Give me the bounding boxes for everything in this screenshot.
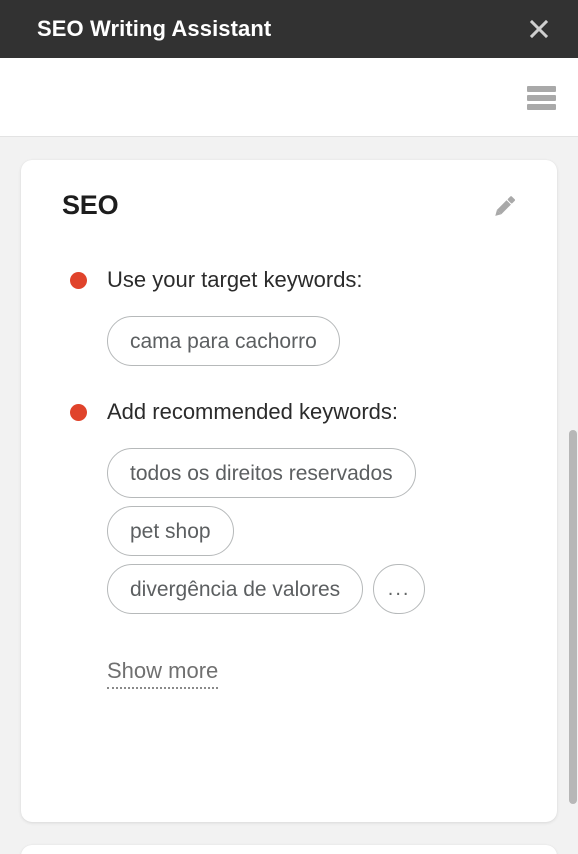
seo-card-title: SEO bbox=[62, 190, 119, 220]
close-button[interactable] bbox=[524, 14, 554, 44]
content-scroll-area[interactable]: SEO Use your target keywords: cama para … bbox=[0, 137, 578, 854]
hamburger-menu-icon-bar-1 bbox=[527, 86, 556, 92]
more-keywords-pill[interactable]: ... bbox=[373, 564, 426, 614]
recommended-keyword-pill-row-1: todos os direitos reservados bbox=[62, 448, 517, 498]
target-keyword-pill-row: cama para cachorro bbox=[62, 316, 517, 366]
section-target-keywords-label: Use your target keywords: bbox=[107, 267, 363, 292]
recommended-keyword-pill-row-2: pet shop bbox=[62, 506, 517, 556]
vertical-scrollbar-thumb[interactable] bbox=[569, 430, 577, 804]
window-titlebar: SEO Writing Assistant bbox=[0, 0, 578, 58]
keyword-pill[interactable]: divergência de valores bbox=[107, 564, 364, 614]
status-dot-icon bbox=[70, 403, 87, 421]
next-card-partial bbox=[21, 845, 557, 854]
edit-button[interactable] bbox=[487, 190, 521, 224]
section-recommended-keywords-header: Add recommended keywords: bbox=[62, 398, 517, 426]
close-icon bbox=[529, 19, 549, 39]
window-title: SEO Writing Assistant bbox=[37, 16, 272, 41]
hamburger-menu-button[interactable] bbox=[527, 84, 557, 110]
status-dot-icon bbox=[70, 271, 87, 289]
show-more-link[interactable]: Show more bbox=[107, 658, 219, 689]
keyword-pill[interactable]: todos os direitos reservados bbox=[107, 448, 416, 498]
section-recommended-keywords: Add recommended keywords: todos os direi… bbox=[62, 398, 517, 689]
pencil-icon bbox=[495, 196, 515, 216]
seo-writing-assistant-panel: SEO Writing Assistant SEO Use your targe… bbox=[0, 0, 578, 854]
seo-card-header: SEO bbox=[62, 188, 517, 234]
section-target-keywords: Use your target keywords: cama para cach… bbox=[62, 266, 517, 366]
hamburger-menu-icon-bar-2 bbox=[527, 95, 556, 101]
keyword-pill[interactable]: cama para cachorro bbox=[107, 316, 340, 366]
keyword-pill[interactable]: pet shop bbox=[107, 506, 234, 556]
vertical-scrollbar-track[interactable] bbox=[569, 137, 578, 854]
section-target-keywords-header: Use your target keywords: bbox=[62, 266, 517, 294]
recommended-keyword-pill-row-3: divergência de valores ... bbox=[62, 564, 517, 614]
seo-card: SEO Use your target keywords: cama para … bbox=[21, 160, 557, 822]
section-recommended-keywords-label: Add recommended keywords: bbox=[107, 399, 399, 424]
hamburger-menu-icon-bar-3 bbox=[527, 104, 556, 110]
app-toolbar bbox=[0, 58, 578, 137]
